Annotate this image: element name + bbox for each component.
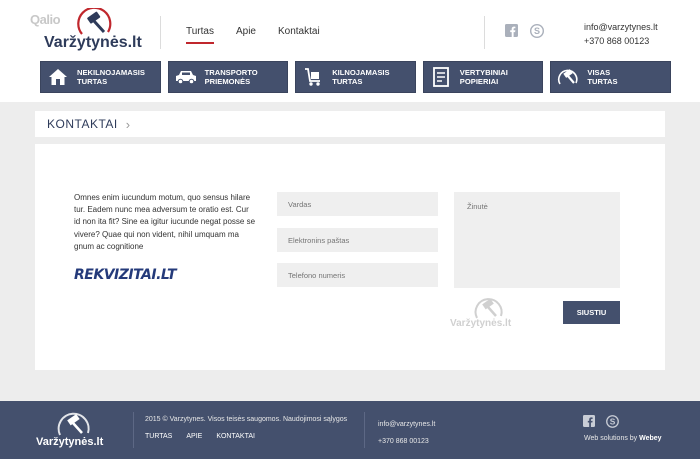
- document-icon: [430, 66, 452, 88]
- logo-text: Varžytynės.lt: [44, 34, 142, 51]
- footer-nav: TURTAS APIE KONTAKTAI: [145, 433, 255, 440]
- cart-icon: [302, 66, 324, 88]
- footer-nav-kontaktai[interactable]: KONTAKTAI: [216, 433, 255, 440]
- car-icon: [175, 66, 197, 88]
- site-footer: Varžytynės.lt 2015 © Varzytynes. Visos t…: [0, 401, 700, 459]
- chevron-right-icon: ›: [125, 116, 131, 132]
- partner-logo[interactable]: REKVIZITAI.LT: [74, 267, 177, 283]
- category-visas[interactable]: VISAS TURTAS: [550, 61, 671, 93]
- footer-contact: info@varzytynes.lt +370 868 00123: [378, 416, 435, 450]
- footer-nav-apie[interactable]: APIE: [186, 433, 202, 440]
- header-divider: [484, 16, 485, 49]
- footer-divider: [364, 412, 365, 448]
- category-label: TURTAS: [332, 77, 363, 86]
- category-label: TRANSPORTO: [204, 68, 258, 77]
- nav-apie[interactable]: Apie: [236, 26, 256, 44]
- footer-logo[interactable]: Varžytynės.lt: [36, 412, 116, 452]
- category-nekilnojamasis[interactable]: NEKILNOJAMASIS TURTAS: [40, 61, 161, 93]
- category-label: TURTAS: [587, 77, 618, 86]
- name-input[interactable]: [277, 192, 438, 216]
- breadcrumb: KONTAKTAI ›: [35, 111, 665, 137]
- category-label: VERTYBINIAI: [459, 68, 508, 77]
- page-title: KONTAKTAI: [47, 117, 118, 131]
- svg-text:S: S: [534, 26, 540, 36]
- footer-social: S: [583, 415, 619, 428]
- svg-text:S: S: [610, 416, 616, 426]
- watermark-logo: Varžytynės.lt: [450, 296, 540, 336]
- category-label: NEKILNOJAMASIS: [77, 68, 145, 77]
- category-label: PRIEMONĖS: [204, 77, 251, 86]
- facebook-icon[interactable]: [583, 415, 595, 427]
- footer-phone[interactable]: +370 868 00123: [378, 433, 435, 450]
- top-nav: Turtas Apie Kontaktai: [186, 26, 342, 44]
- credit-brand[interactable]: Webey: [639, 435, 661, 442]
- footer-copyright: 2015 © Varzytynes. Visos teisės saugomos…: [145, 416, 348, 423]
- message-textarea[interactable]: [454, 192, 620, 288]
- category-kilnojamasis[interactable]: KILNOJAMASIS TURTAS: [295, 61, 416, 93]
- gavel-logo-icon: [57, 412, 90, 436]
- category-transporto[interactable]: TRANSPORTO PRIEMONĖS: [167, 61, 289, 93]
- email-field[interactable]: [277, 228, 438, 252]
- header-email[interactable]: info@varzytynes.lt: [584, 20, 658, 34]
- site-logo[interactable]: Qalio Varžytynės.lt: [30, 8, 142, 54]
- category-vertybiniai[interactable]: VERTYBINIAI POPIERIAI: [422, 61, 544, 93]
- category-label: POPIERIAI: [459, 77, 499, 86]
- category-label: VISAS: [587, 68, 611, 77]
- social-links: S: [505, 24, 544, 38]
- watermark-text: Varžytynės.lt: [450, 318, 512, 329]
- header-contact: info@varzytynes.lt +370 868 00123: [584, 20, 658, 48]
- contact-panel: Omnes enim iucundum motum, quo sensus hi…: [35, 144, 665, 370]
- house-icon: [47, 66, 69, 88]
- skype-icon[interactable]: S: [530, 24, 544, 38]
- footer-email[interactable]: info@varzytynes.lt: [378, 416, 435, 433]
- contact-description: Omnes enim iucundum motum, quo sensus hi…: [74, 193, 256, 251]
- nav-kontaktai[interactable]: Kontaktai: [278, 26, 320, 44]
- category-label: TURTAS: [77, 77, 108, 86]
- site-header: Qalio Varžytynės.lt Turtas Apie Kontakta…: [0, 0, 700, 102]
- facebook-icon[interactable]: [505, 24, 518, 37]
- category-label: KILNOJAMASIS: [332, 68, 390, 77]
- nav-turtas[interactable]: Turtas: [186, 26, 214, 44]
- submit-button[interactable]: SIUSTIU: [563, 301, 620, 324]
- header-divider: [160, 16, 161, 49]
- gavel-icon: [557, 66, 579, 88]
- footer-nav-turtas[interactable]: TURTAS: [145, 433, 172, 440]
- credit-prefix: Web solutions by: [584, 435, 638, 442]
- logo-ghost-text: Qalio: [30, 12, 61, 27]
- footer-credit: Web solutions by Webey: [584, 435, 662, 442]
- header-phone[interactable]: +370 868 00123: [584, 34, 658, 48]
- footer-logo-text: Varžytynės.lt: [36, 436, 104, 448]
- footer-divider: [133, 412, 134, 448]
- category-nav: NEKILNOJAMASIS TURTAS TRANSPORTO PRIEMONĖS…: [40, 61, 671, 93]
- skype-icon[interactable]: S: [606, 415, 619, 428]
- phone-field[interactable]: [277, 263, 438, 287]
